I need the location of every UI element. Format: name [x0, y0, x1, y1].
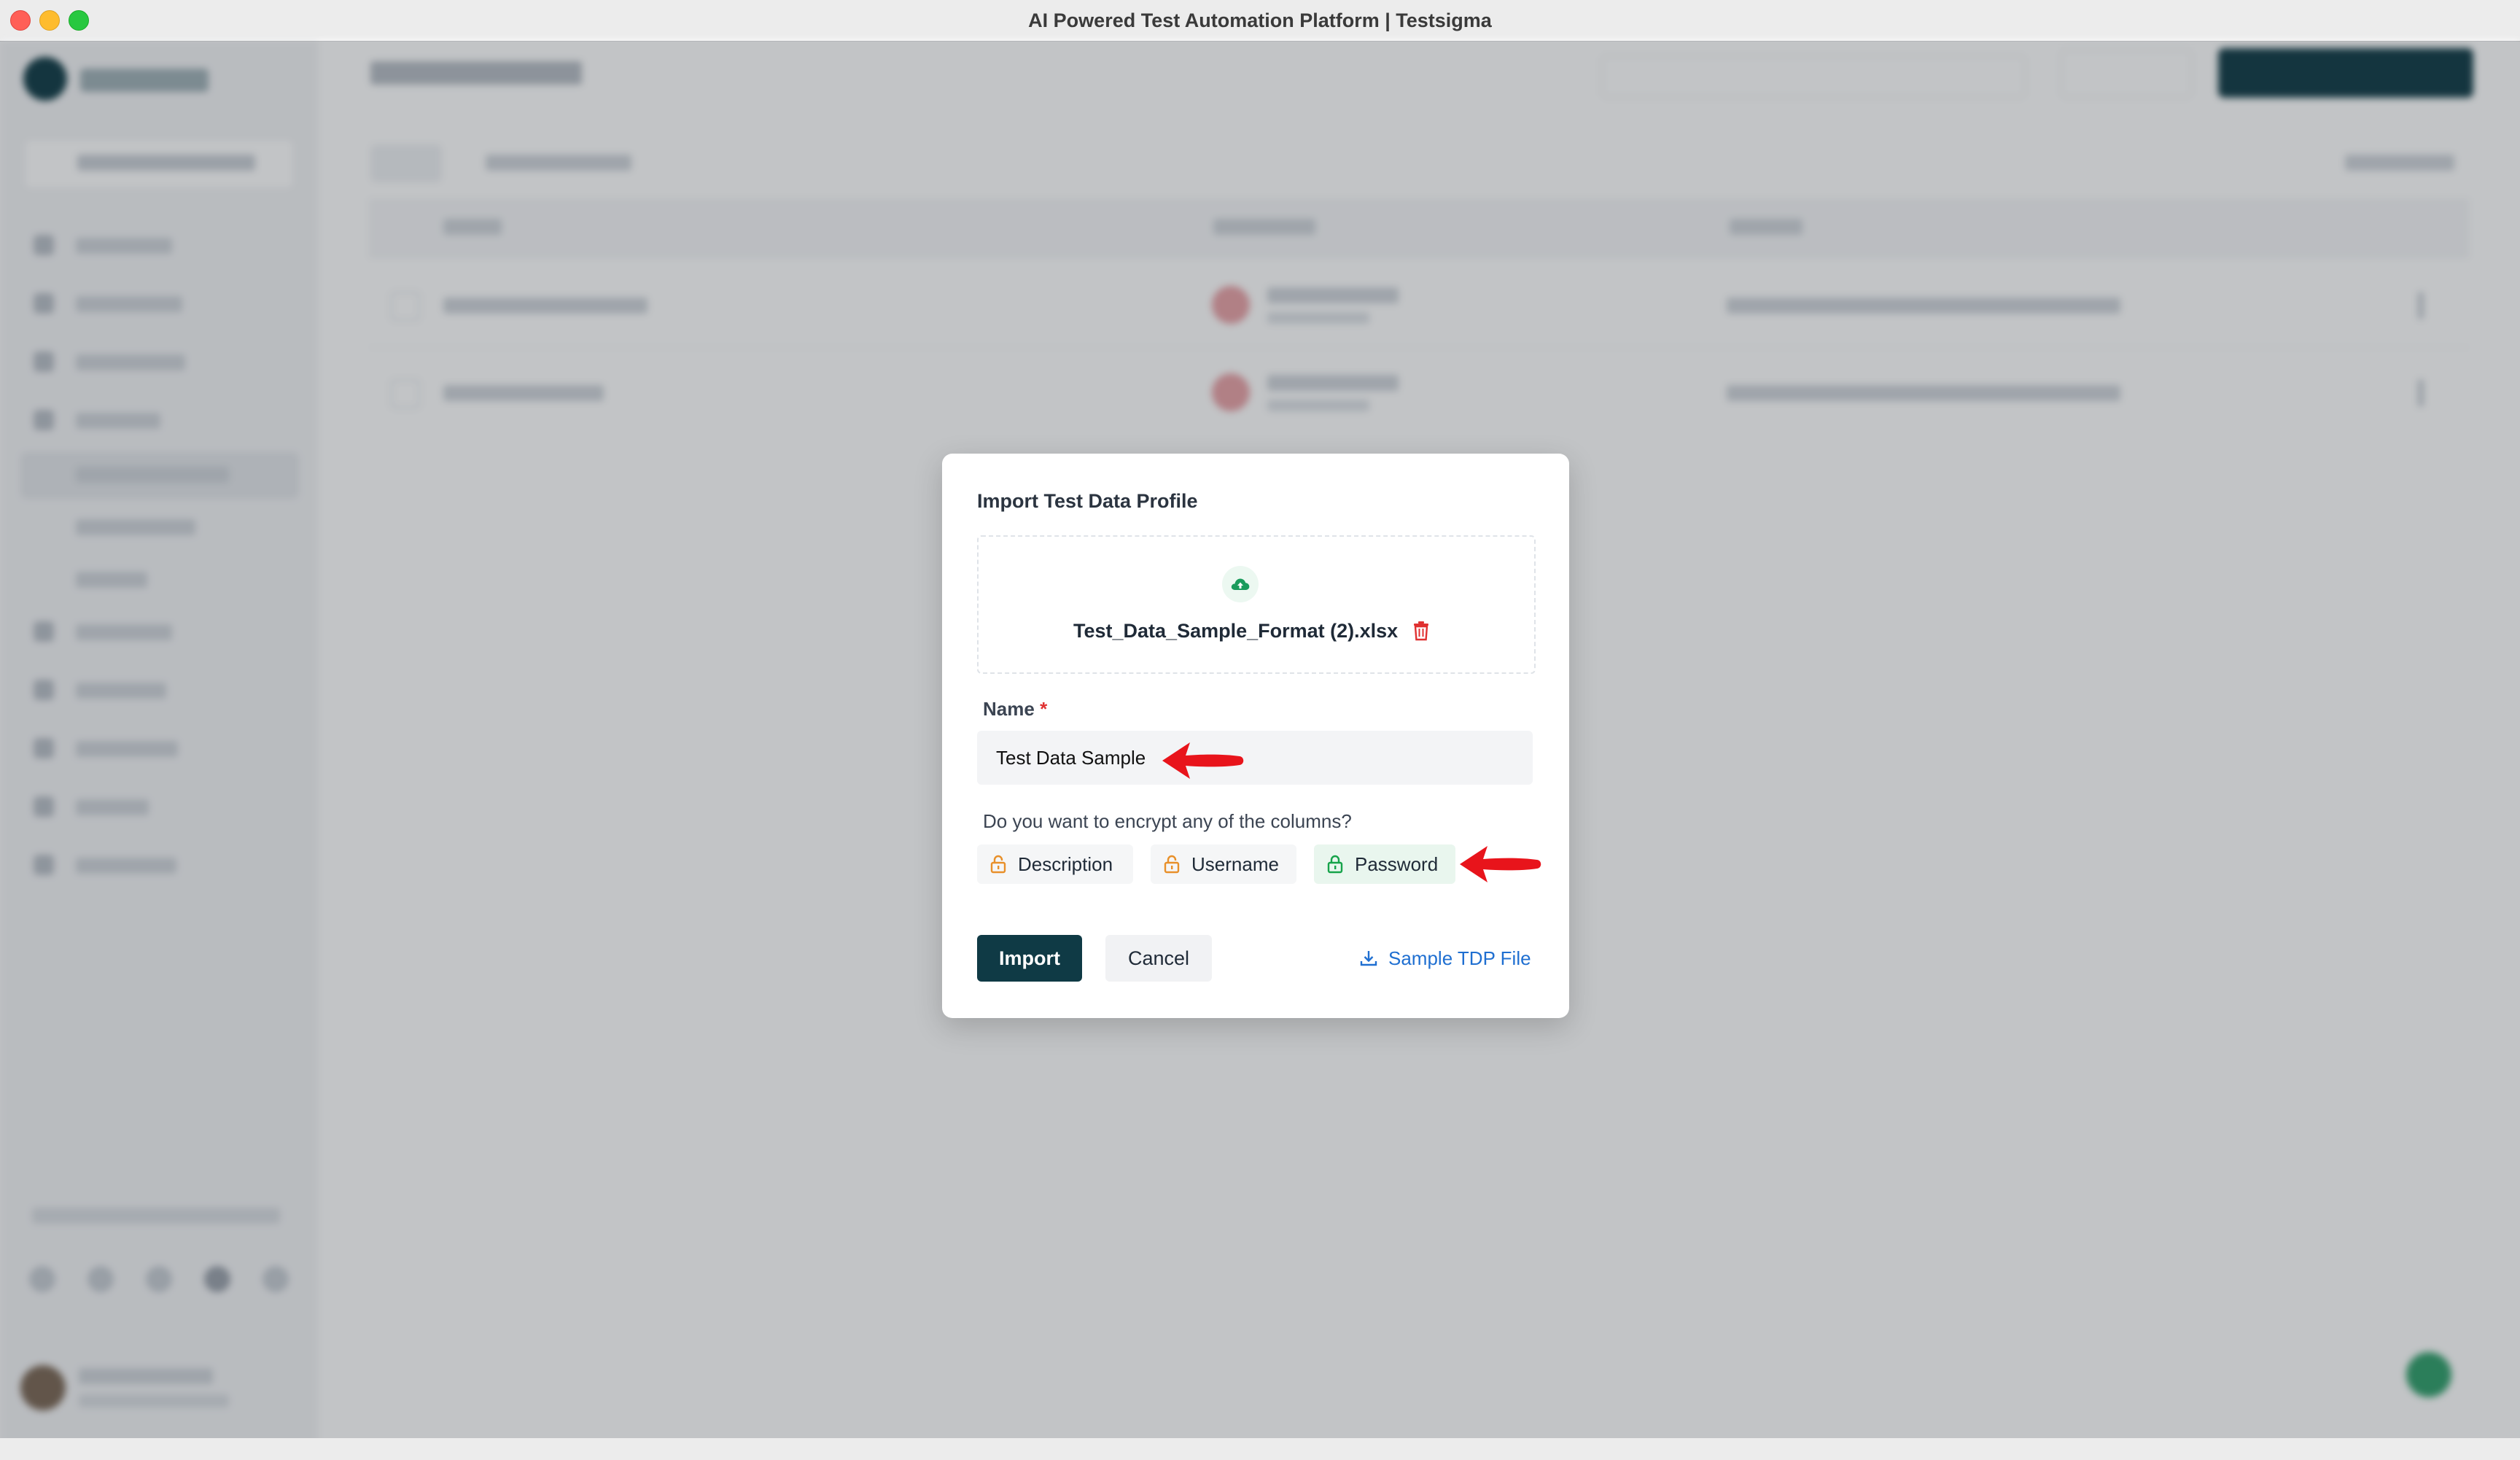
trash-icon[interactable] [1412, 621, 1430, 641]
chip-label: Description [1018, 853, 1113, 875]
dialog-title: Import Test Data Profile [977, 490, 1198, 512]
chip-label: Username [1191, 853, 1279, 875]
annotation-arrow-password [1460, 846, 1541, 882]
app-window: AI Powered Test Automation Platform | Te… [0, 0, 2520, 1460]
cloud-upload-icon[interactable] [1222, 566, 1259, 602]
cancel-button[interactable]: Cancel [1105, 935, 1212, 982]
annotation-arrow-name [1162, 742, 1244, 779]
window-title: AI Powered Test Automation Platform | Te… [1028, 9, 1492, 31]
lock-open-icon [1164, 855, 1180, 874]
import-button[interactable]: Import [977, 935, 1082, 982]
chip-label: Password [1355, 853, 1439, 875]
import-test-data-profile-dialog: Import Test Data Profile Test_Data_Sampl… [942, 454, 1569, 1018]
lock-open-icon [990, 855, 1006, 874]
encrypt-column-password-chip[interactable]: Password [1314, 844, 1455, 884]
encrypt-columns-question: Do you want to encrypt any of the column… [983, 810, 1352, 832]
file-dropzone[interactable] [977, 535, 1536, 674]
sample-tdp-file-link[interactable]: Sample TDP File [1359, 944, 1531, 973]
encrypt-column-description-chip[interactable]: Description [977, 844, 1133, 884]
selected-file-row: Test_Data_Sample_Format (2).xlsx [1073, 618, 1430, 643]
name-field-label: Name * [983, 698, 1047, 721]
encrypt-column-username-chip[interactable]: Username [1151, 844, 1296, 884]
window-bottom-edge [0, 1438, 2520, 1460]
sample-link-label: Sample TDP File [1388, 947, 1531, 969]
name-label-text: Name [983, 698, 1035, 720]
required-indicator: * [1040, 698, 1048, 720]
download-icon [1359, 949, 1378, 968]
lock-closed-icon [1327, 855, 1343, 874]
profile-name-input[interactable] [977, 731, 1533, 785]
title-bar: AI Powered Test Automation Platform | Te… [0, 0, 2520, 42]
selected-file-name: Test_Data_Sample_Format (2).xlsx [1073, 619, 1399, 642]
